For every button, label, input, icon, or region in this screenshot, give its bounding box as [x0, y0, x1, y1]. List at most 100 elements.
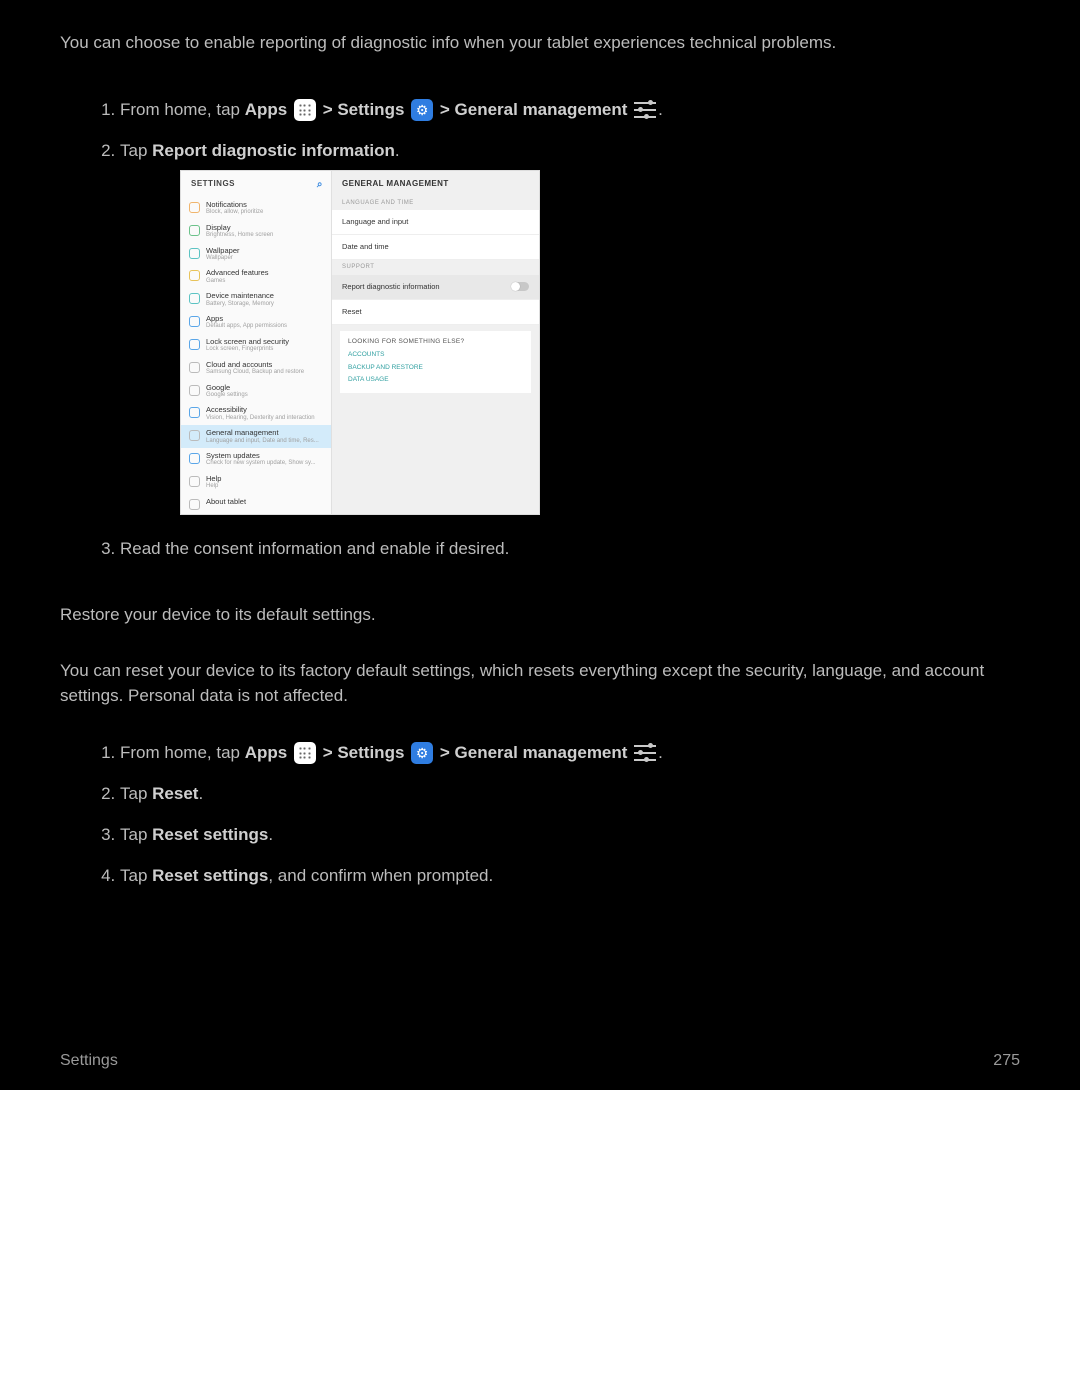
sliders-icon: [634, 743, 656, 763]
sidebar-item[interactable]: About tablet: [181, 494, 331, 514]
sidebar-item-title: About tablet: [206, 498, 246, 506]
intro-paragraph: You can choose to enable reporting of di…: [60, 30, 1020, 56]
text: From home, tap: [120, 100, 245, 119]
panel-row-report-diagnostic[interactable]: Report diagnostic information: [332, 275, 539, 300]
panel-row-date-time[interactable]: Date and time: [332, 235, 539, 260]
settings-label: Settings: [337, 743, 404, 762]
footer-page-number: 275: [993, 1052, 1020, 1070]
sidebar-item-title: Help: [206, 475, 221, 483]
sidebar-item-subtitle: Language and input, Date and time, Res..…: [206, 438, 319, 445]
sidebar-item-icon: [189, 385, 200, 396]
sidebar-header: SETTINGS ⌕: [181, 171, 331, 197]
sidebar-item[interactable]: AccessibilityVision, Hearing, Dexterity …: [181, 402, 331, 425]
sidebar-item-title: Cloud and accounts: [206, 361, 304, 369]
gear-icon: ⚙: [411, 742, 433, 764]
row-label: Report diagnostic information: [342, 281, 440, 293]
sidebar-item-icon: [189, 407, 200, 418]
panel-row-language-input[interactable]: Language and input: [332, 210, 539, 235]
step-3: Tap Reset settings.: [120, 821, 1020, 848]
link-data-usage[interactable]: DATA USAGE: [348, 375, 523, 385]
sidebar-item-subtitle: Check for new system update, Show sy...: [206, 460, 316, 467]
panel-section-label: LANGUAGE AND TIME: [332, 196, 539, 211]
sidebar-item-subtitle: Google settings: [206, 392, 248, 399]
reset-description: You can reset your device to its factory…: [60, 658, 1020, 709]
sliders-icon: [634, 100, 656, 120]
sidebar-item-icon: [189, 316, 200, 327]
sidebar-item[interactable]: General managementLanguage and input, Da…: [181, 425, 331, 448]
gt: >: [440, 743, 455, 762]
text: , and confirm when prompted.: [268, 866, 493, 885]
steps-list-2: From home, tap Apps > Settings ⚙ > Gener…: [60, 739, 1020, 890]
sidebar-item-title: Accessibility: [206, 406, 315, 414]
sidebar-item[interactable]: Lock screen and securityLock screen, Fin…: [181, 334, 331, 357]
sidebar-item-icon: [189, 499, 200, 510]
search-icon[interactable]: ⌕: [317, 177, 323, 193]
text: .: [198, 784, 203, 803]
apps-icon: [294, 742, 316, 764]
text: .: [268, 825, 273, 844]
steps-list-1: From home, tap Apps > Settings ⚙ > Gener…: [60, 96, 1020, 563]
text: .: [395, 141, 400, 160]
manual-page: You can choose to enable reporting of di…: [0, 0, 1080, 1090]
sidebar-item-icon: [189, 225, 200, 236]
sidebar-item-title: Apps: [206, 315, 287, 323]
sidebar-item[interactable]: NotificationsBlock, allow, prioritize: [181, 197, 331, 220]
text: From home, tap: [120, 743, 245, 762]
sidebar-item[interactable]: System updatesCheck for new system updat…: [181, 448, 331, 471]
settings-panel: GENERAL MANAGEMENT LANGUAGE AND TIME Lan…: [332, 171, 539, 514]
panel-section-label: SUPPORT: [332, 260, 539, 275]
step-1: From home, tap Apps > Settings ⚙ > Gener…: [120, 96, 1020, 123]
panel-row-reset[interactable]: Reset: [332, 300, 539, 325]
reset-label: Reset: [152, 784, 198, 803]
panel-title: GENERAL MANAGEMENT: [332, 171, 539, 196]
sidebar-item[interactable]: AppsDefault apps, App permissions: [181, 311, 331, 334]
report-diagnostic-label: Report diagnostic information: [152, 141, 395, 160]
sidebar-item-title: Device maintenance: [206, 292, 274, 300]
sidebar-item-subtitle: Brightness, Home screen: [206, 232, 273, 239]
looking-for-box: LOOKING FOR SOMETHING ELSE? ACCOUNTS BAC…: [340, 331, 531, 394]
reset-settings-label: Reset settings: [152, 866, 268, 885]
sidebar-item-title: General management: [206, 429, 319, 437]
sidebar-item-subtitle: Samsung Cloud, Backup and restore: [206, 369, 304, 376]
link-backup-restore[interactable]: BACKUP AND RESTORE: [348, 363, 523, 373]
sidebar-item-subtitle: Help: [206, 483, 221, 490]
looking-for-title: LOOKING FOR SOMETHING ELSE?: [348, 337, 523, 347]
sidebar-item-subtitle: Lock screen, Fingerprints: [206, 346, 289, 353]
sidebar-item[interactable]: Device maintenanceBattery, Storage, Memo…: [181, 288, 331, 311]
apps-label: Apps: [245, 743, 288, 762]
gt: >: [323, 100, 338, 119]
sidebar-item-title: Wallpaper: [206, 247, 240, 255]
text: Tap: [120, 784, 152, 803]
sidebar-item[interactable]: HelpHelp: [181, 471, 331, 494]
page: You can choose to enable reporting of di…: [0, 0, 1080, 1090]
sidebar-item-icon: [189, 476, 200, 487]
sidebar-item-icon: [189, 270, 200, 281]
reset-settings-label: Reset settings: [152, 825, 268, 844]
step-2: Tap Reset.: [120, 780, 1020, 807]
sidebar-item[interactable]: Advanced featuresGames: [181, 265, 331, 288]
apps-icon: [294, 99, 316, 121]
toggle-switch[interactable]: [511, 282, 529, 291]
sidebar-item[interactable]: DisplayBrightness, Home screen: [181, 220, 331, 243]
sidebar-item-icon: [189, 293, 200, 304]
tablet-screenshot: SETTINGS ⌕ NotificationsBlock, allow, pr…: [180, 170, 540, 515]
gear-icon: ⚙: [411, 99, 433, 121]
sidebar-item-subtitle: Default apps, App permissions: [206, 323, 287, 330]
sidebar-item-subtitle: Games: [206, 278, 269, 285]
sidebar-item-icon: [189, 339, 200, 350]
footer-section: Settings: [60, 1052, 118, 1070]
gt: >: [440, 100, 455, 119]
step-4: Tap Reset settings, and confirm when pro…: [120, 862, 1020, 889]
sidebar-item-title: Google: [206, 384, 248, 392]
sidebar-item-subtitle: Wallpaper: [206, 255, 240, 262]
link-accounts[interactable]: ACCOUNTS: [348, 350, 523, 360]
sidebar-item-subtitle: Block, allow, prioritize: [206, 209, 263, 216]
sidebar-item-title: Advanced features: [206, 269, 269, 277]
sidebar-item[interactable]: Cloud and accountsSamsung Cloud, Backup …: [181, 357, 331, 380]
sidebar-item-subtitle: Vision, Hearing, Dexterity and interacti…: [206, 415, 315, 422]
sidebar-item-title: Display: [206, 224, 273, 232]
sidebar-item-icon: [189, 202, 200, 213]
sidebar-item[interactable]: WallpaperWallpaper: [181, 243, 331, 266]
sidebar-item[interactable]: GoogleGoogle settings: [181, 380, 331, 403]
settings-label: Settings: [337, 100, 404, 119]
